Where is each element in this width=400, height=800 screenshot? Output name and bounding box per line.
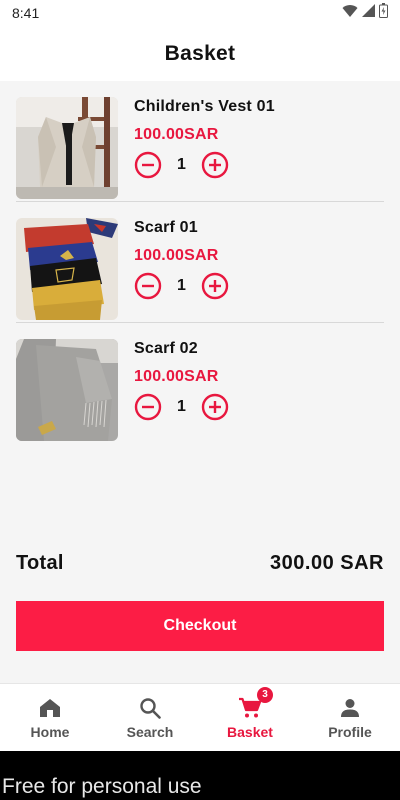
page-title: Basket [164,41,236,65]
search-icon [138,696,162,720]
total-label: Total [16,552,64,574]
status-bar: 8:41 [0,0,400,26]
nav-label-profile: Profile [328,723,372,740]
product-price: 100.00SAR [134,368,219,385]
plus-circle-icon [201,272,229,300]
checkout-button[interactable]: Checkout [16,601,384,651]
minus-circle-icon [134,272,162,300]
wifi-icon [342,4,358,23]
decrease-quantity-button[interactable] [134,151,162,179]
home-icon [38,696,62,720]
person-icon [338,696,362,720]
product-name[interactable]: Scarf 02 [134,340,198,358]
minus-circle-icon [134,151,162,179]
nav-home[interactable]: Home [0,684,100,751]
quantity-stepper: 1 [134,272,229,300]
basket-item: Scarf 01 100.00SAR 1 [0,202,400,323]
quantity-value: 1 [177,398,186,415]
plus-circle-icon [201,393,229,421]
increase-quantity-button[interactable] [201,151,229,179]
basket-item: Scarf 02 100.00SAR 1 [0,323,400,444]
nav-basket[interactable]: 3 Basket [200,684,300,751]
product-image[interactable] [16,218,118,320]
total-value: 300.00 SAR [270,552,384,574]
quantity-value: 1 [177,277,186,294]
quantity-stepper: 1 [134,393,229,421]
product-price: 100.00SAR [134,126,219,143]
quantity-value: 1 [177,156,186,173]
product-image[interactable] [16,97,118,199]
decrease-quantity-button[interactable] [134,272,162,300]
battery-icon [379,3,388,23]
product-name[interactable]: Scarf 01 [134,219,198,237]
product-name[interactable]: Children's Vest 01 [134,98,275,116]
cart-count-badge: 3 [257,686,273,703]
decrease-quantity-button[interactable] [134,393,162,421]
increase-quantity-button[interactable] [201,272,229,300]
product-image[interactable] [16,339,118,441]
nav-profile[interactable]: Profile [300,684,400,751]
plus-circle-icon [201,151,229,179]
minus-circle-icon [134,393,162,421]
basket-item: Children's Vest 01 100.00SAR 1 [0,81,400,202]
quantity-stepper: 1 [134,151,229,179]
nav-label-search: Search [126,723,174,740]
signal-icon [362,4,375,22]
increase-quantity-button[interactable] [201,393,229,421]
status-icons [342,3,388,23]
product-price: 100.00SAR [134,247,219,264]
app-header: Basket [0,26,400,81]
nav-label-basket: Basket [227,723,273,740]
watermark-text: Free for personal use [2,775,202,798]
cart-icon: 3 [238,686,273,720]
status-time: 8:41 [12,5,40,21]
total-row: Total 300.00 SAR [16,552,384,575]
bottom-nav: Home Search 3 Basket Profile [0,683,400,751]
nav-label-home: Home [30,723,70,740]
nav-search[interactable]: Search [100,684,200,751]
